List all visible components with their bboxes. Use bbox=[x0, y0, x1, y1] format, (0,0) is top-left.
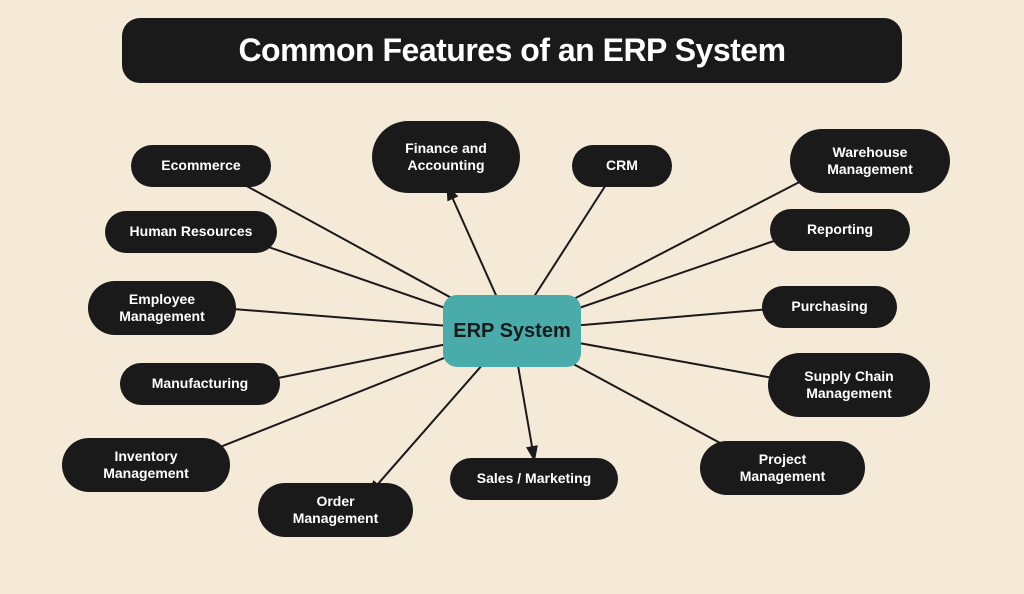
node-supplychain: Supply Chain Management bbox=[768, 353, 930, 417]
node-order: Order Management bbox=[258, 483, 413, 537]
node-manufacturing: Manufacturing bbox=[120, 363, 280, 405]
node-sales: Sales / Marketing bbox=[450, 458, 618, 500]
node-employee: Employee Management bbox=[88, 281, 236, 335]
node-hr: Human Resources bbox=[105, 211, 277, 253]
diagram-area: ERP System Ecommerce CRM Warehouse Manag… bbox=[0, 93, 1024, 569]
node-finance: Finance and Accounting bbox=[372, 121, 520, 193]
node-warehouse: Warehouse Management bbox=[790, 129, 950, 193]
node-crm: CRM bbox=[572, 145, 672, 187]
node-purchasing: Purchasing bbox=[762, 286, 897, 328]
node-reporting: Reporting bbox=[770, 209, 910, 251]
erp-center-node: ERP System bbox=[443, 295, 581, 367]
node-ecommerce: Ecommerce bbox=[131, 145, 271, 187]
node-inventory: Inventory Management bbox=[62, 438, 230, 492]
page-title: Common Features of an ERP System bbox=[152, 32, 872, 69]
title-banner: Common Features of an ERP System bbox=[122, 18, 902, 83]
node-project: Project Management bbox=[700, 441, 865, 495]
